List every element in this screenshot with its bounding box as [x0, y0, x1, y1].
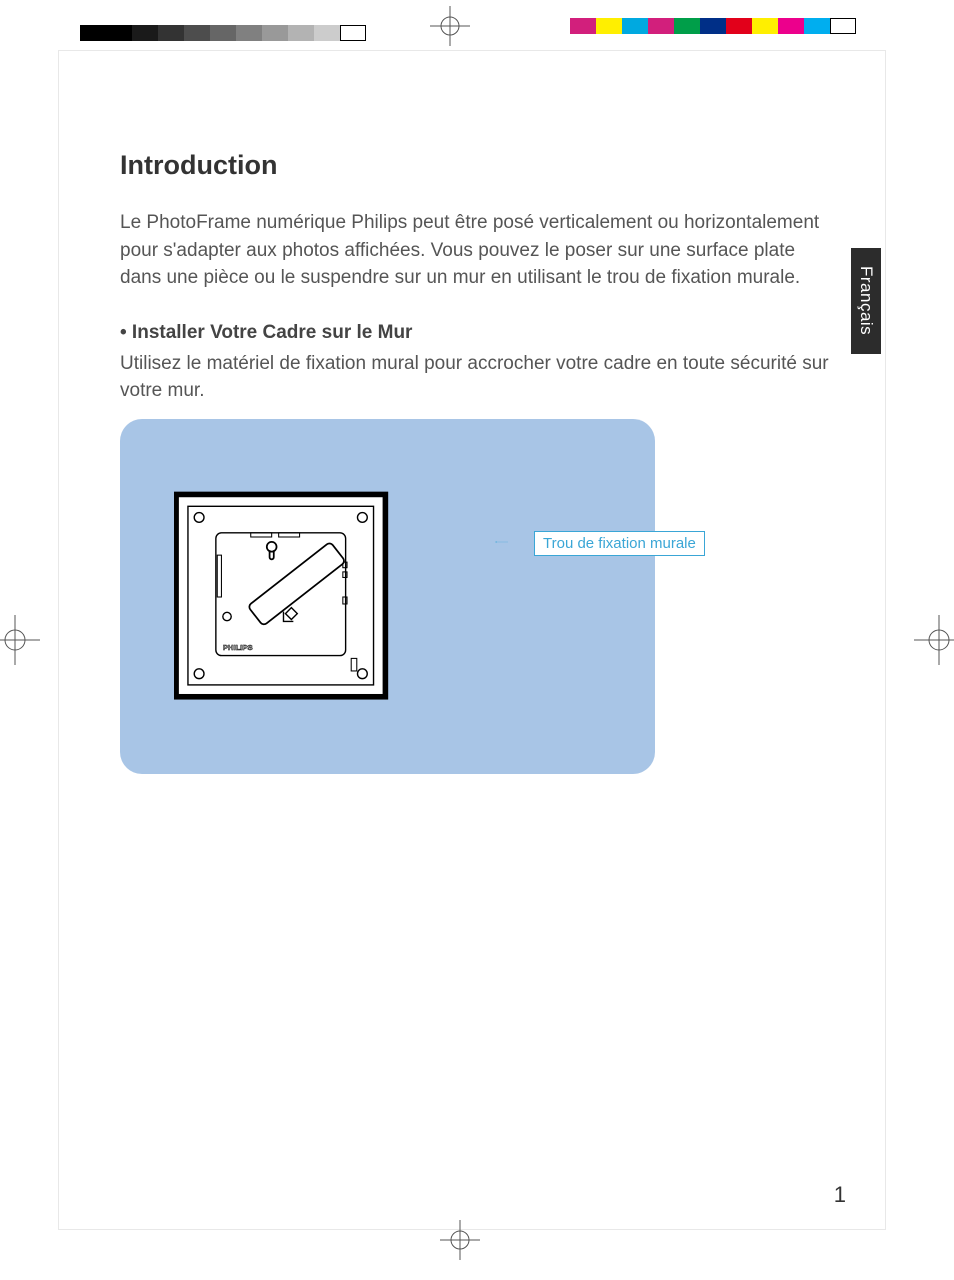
language-tab: Français [851, 248, 881, 354]
printer-registration-top [0, 18, 954, 48]
photoframe-back-illustration: PHILIPS [174, 447, 474, 747]
intro-paragraph: Le PhotoFrame numérique Philips peut êtr… [120, 209, 840, 292]
page-number: 1 [834, 1182, 846, 1208]
registration-cross-icon [430, 6, 470, 46]
page-title: Introduction [120, 150, 840, 181]
illustration-panel: PHILIPS Trou de fixation murale [120, 419, 655, 774]
callout-label: Trou de fixation murale [534, 531, 705, 556]
printer-registration-bottom [0, 1232, 954, 1262]
color-swatches [570, 18, 856, 34]
section-text: Utilisez le matériel de fixation mural p… [120, 350, 840, 405]
registration-cross-icon [440, 1220, 480, 1260]
registration-edge-left-icon [0, 615, 40, 665]
page-body: Introduction Le PhotoFrame numérique Phi… [120, 150, 840, 774]
registration-edge-right-icon [914, 615, 954, 665]
callout-arrow-icon [469, 541, 534, 543]
brand-label: PHILIPS [223, 643, 253, 652]
grayscale-swatches [80, 25, 366, 41]
section-subheading: • Installer Votre Cadre sur le Mur [120, 322, 840, 344]
